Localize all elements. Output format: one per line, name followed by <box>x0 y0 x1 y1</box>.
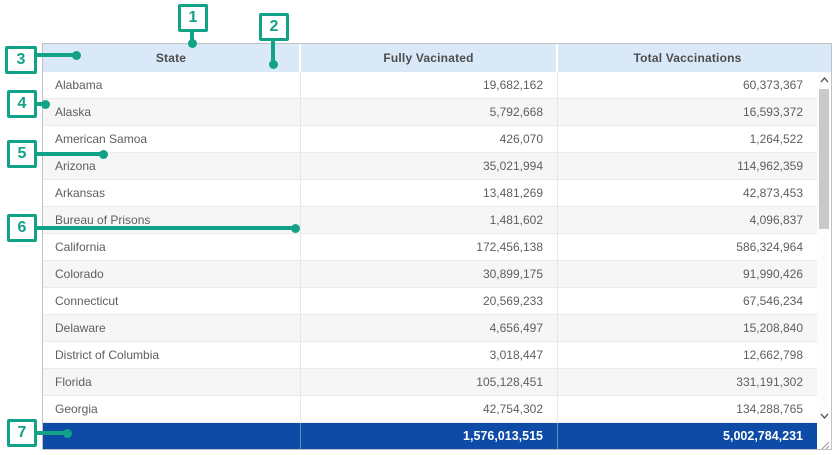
cell-state: Colorado <box>43 261 301 287</box>
callout-7-dot <box>63 429 72 438</box>
cell-state: Connecticut <box>43 288 301 314</box>
cell-total-vaccinations: 91,990,426 <box>558 261 817 287</box>
cell-total-vaccinations: 15,208,840 <box>558 315 817 341</box>
table-body: Alabama 19,682,162 60,373,367 Alaska 5,7… <box>43 72 831 423</box>
cell-fully-vaccinated: 42,754,302 <box>301 396 558 422</box>
cell-fully-vaccinated: 13,481,269 <box>301 180 558 206</box>
cell-state: Arizona <box>43 153 301 179</box>
callout-6-dot <box>291 224 300 233</box>
scroll-up-icon[interactable] <box>817 73 831 87</box>
cell-total-vaccinations: 4,096,837 <box>558 207 817 233</box>
cell-fully-vaccinated: 19,682,162 <box>301 72 558 98</box>
table-row-american-samoa[interactable]: American Samoa 426,070 1,264,522 <box>43 126 831 153</box>
table-row-alaska[interactable]: Alaska 5,792,668 16,593,372 <box>43 99 831 126</box>
table-row-colorado[interactable]: Colorado 30,899,175 91,990,426 <box>43 261 831 288</box>
cell-state: Georgia <box>43 396 301 422</box>
cell-state: Alabama <box>43 72 301 98</box>
annotation-callout-4: 4 <box>7 90 37 118</box>
cell-total-vaccinations: 114,962,359 <box>558 153 817 179</box>
cell-total-vaccinations: 60,373,367 <box>558 72 817 98</box>
table-row-connecticut[interactable]: Connecticut 20,569,233 67,546,234 <box>43 288 831 315</box>
cell-fully-vaccinated: 426,070 <box>301 126 558 152</box>
cell-total-vaccinations: 12,662,798 <box>558 342 817 368</box>
cell-state: Florida <box>43 369 301 395</box>
cell-fully-vaccinated: 3,018,447 <box>301 342 558 368</box>
vertical-scrollbar[interactable] <box>817 72 831 424</box>
table-row-district-of-columbia[interactable]: District of Columbia 3,018,447 12,662,79… <box>43 342 831 369</box>
callout-1-dot <box>188 39 197 48</box>
callout-4-dot <box>41 100 50 109</box>
cell-fully-vaccinated: 20,569,233 <box>301 288 558 314</box>
resize-grip-icon[interactable] <box>819 437 830 448</box>
cell-state: California <box>43 234 301 260</box>
cell-total-vaccinations: 331,191,302 <box>558 369 817 395</box>
total-empty-state-cell <box>43 423 301 449</box>
cell-state: Arkansas <box>43 180 301 206</box>
cell-fully-vaccinated: 105,128,451 <box>301 369 558 395</box>
cell-total-vaccinations: 586,324,964 <box>558 234 817 260</box>
callout-number: 1 <box>189 9 198 27</box>
screenshot-root: { "table": { "columns": [ { "label": "St… <box>0 0 833 453</box>
table-row-georgia[interactable]: Georgia 42,754,302 134,288,765 <box>43 396 831 423</box>
table-row-arizona[interactable]: Arizona 35,021,994 114,962,359 <box>43 153 831 180</box>
annotation-callout-6: 6 <box>7 214 37 242</box>
annotation-callout-1: 1 <box>178 4 208 32</box>
cell-fully-vaccinated: 1,481,602 <box>301 207 558 233</box>
total-fully-vaccinated: 1,576,013,515 <box>301 423 558 449</box>
cell-fully-vaccinated: 172,456,138 <box>301 234 558 260</box>
table-row-delaware[interactable]: Delaware 4,656,497 15,208,840 <box>43 315 831 342</box>
callout-5-dot <box>99 150 108 159</box>
column-header-fully-vaccinated[interactable]: Fully Vacinated <box>301 44 558 72</box>
header-scrollbar-gutter <box>817 44 831 72</box>
callout-2-dot <box>269 60 278 69</box>
scroll-down-icon[interactable] <box>817 409 831 423</box>
callout-number: 4 <box>18 95 27 113</box>
scrollbar-thumb[interactable] <box>819 89 829 229</box>
column-header-total-vaccinations[interactable]: Total Vaccinations <box>558 44 817 72</box>
cell-state: Delaware <box>43 315 301 341</box>
cell-fully-vaccinated: 30,899,175 <box>301 261 558 287</box>
cell-total-vaccinations: 134,288,765 <box>558 396 817 422</box>
annotation-callout-7: 7 <box>7 419 37 447</box>
annotation-callout-3: 3 <box>5 46 37 74</box>
table-row-alabama[interactable]: Alabama 19,682,162 60,373,367 <box>43 72 831 99</box>
callout-number: 7 <box>18 424 27 442</box>
cell-state: Alaska <box>43 99 301 125</box>
annotation-callout-2: 2 <box>259 13 289 41</box>
table-row-arkansas[interactable]: Arkansas 13,481,269 42,873,453 <box>43 180 831 207</box>
callout-number: 5 <box>18 145 27 163</box>
cell-fully-vaccinated: 5,792,668 <box>301 99 558 125</box>
table-row-california[interactable]: California 172,456,138 586,324,964 <box>43 234 831 261</box>
table-row-florida[interactable]: Florida 105,128,451 331,191,302 <box>43 369 831 396</box>
cell-total-vaccinations: 42,873,453 <box>558 180 817 206</box>
callout-3-stem <box>34 53 74 57</box>
callout-6-stem <box>35 226 293 230</box>
annotation-callout-5: 5 <box>7 140 37 168</box>
total-total-vaccinations: 5,002,784,231 <box>558 423 817 449</box>
callout-number: 2 <box>270 18 279 36</box>
vaccination-table: State Fully Vacinated Total Vaccinations… <box>42 43 832 450</box>
callout-number: 6 <box>18 219 27 237</box>
callout-7-stem <box>35 431 65 435</box>
cell-total-vaccinations: 1,264,522 <box>558 126 817 152</box>
cell-state: District of Columbia <box>43 342 301 368</box>
cell-fully-vaccinated: 4,656,497 <box>301 315 558 341</box>
cell-fully-vaccinated: 35,021,994 <box>301 153 558 179</box>
column-header-state[interactable]: State <box>43 44 301 72</box>
cell-total-vaccinations: 16,593,372 <box>558 99 817 125</box>
summary-total-row: 1,576,013,515 5,002,784,231 <box>43 423 817 449</box>
callout-number: 3 <box>17 51 26 69</box>
callout-3-dot <box>72 51 81 60</box>
table-header-row: State Fully Vacinated Total Vaccinations <box>43 44 831 72</box>
callout-5-stem <box>35 152 101 156</box>
cell-total-vaccinations: 67,546,234 <box>558 288 817 314</box>
cell-state: American Samoa <box>43 126 301 152</box>
callout-2-stem <box>271 40 275 62</box>
